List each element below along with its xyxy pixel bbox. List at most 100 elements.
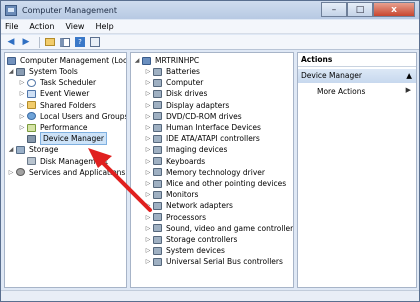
show-hide-tree-icon[interactable] (59, 37, 71, 48)
device-category-icon (153, 101, 162, 110)
tool-icon (16, 67, 25, 76)
up-folder-icon[interactable] (44, 37, 56, 48)
tree-item-label: System Tools (29, 67, 78, 76)
expand-arrow-icon[interactable]: ▷ (144, 212, 152, 223)
collapse-arrow-icon[interactable]: ◢ (133, 55, 141, 66)
menu-action[interactable]: Action (29, 22, 54, 31)
expand-arrow-icon[interactable]: ▷ (18, 88, 26, 99)
more-actions-item[interactable]: More Actions (317, 86, 365, 97)
device-category-mice-and-other-pointing-devices[interactable]: ▷ Mice and other pointing devices (144, 178, 287, 189)
expand-arrow-icon[interactable]: ▷ (144, 77, 152, 88)
expand-arrow-icon[interactable]: ▷ (144, 245, 152, 256)
menu-view[interactable]: View (65, 22, 84, 31)
expand-arrow-icon[interactable]: ▷ (18, 77, 26, 88)
expand-arrow-icon[interactable]: ▷ (144, 100, 152, 111)
tree-item-event-viewer[interactable]: ▷ Event Viewer (18, 88, 90, 99)
device-category-label: Sound, video and game controllers (166, 223, 294, 233)
expand-arrow-icon[interactable]: ▷ (144, 111, 152, 122)
perf-icon (27, 123, 36, 132)
expand-arrow-icon[interactable]: ▷ (18, 122, 26, 133)
title-bar[interactable]: Computer Management – □ x (1, 1, 419, 19)
device-category-label: Monitors (166, 190, 199, 200)
tree-item-label: Local Users and Groups (40, 111, 127, 121)
tree-item-label: Services and Applications (29, 167, 126, 177)
expand-arrow-icon[interactable]: ▷ (144, 66, 152, 77)
device-category-icon (153, 201, 162, 210)
tree-item-task-scheduler[interactable]: ▷ Task Scheduler (18, 77, 96, 88)
expand-arrow-icon[interactable]: ▷ (144, 189, 152, 200)
navigation-tree-pane[interactable]: Computer Management (Local ◢ System Tools… (4, 52, 127, 288)
close-button[interactable]: x (373, 2, 415, 17)
device-category-memory-technology-driver[interactable]: ▷ Memory technology driver (144, 167, 265, 178)
tree-item-local-users-and-groups[interactable]: ▷ Local Users and Groups (18, 111, 127, 122)
collapse-arrow-icon[interactable]: ◢ (7, 66, 15, 77)
help-icon[interactable]: ? (74, 37, 86, 48)
expand-arrow-icon[interactable]: ▷ (144, 223, 152, 234)
minimize-button[interactable]: – (321, 2, 347, 17)
computer-icon (142, 56, 151, 65)
device-category-label: DVD/CD-ROM drives (166, 111, 242, 121)
expand-arrow-icon[interactable]: ▷ (144, 144, 152, 155)
device-category-icon (153, 168, 162, 177)
menu-file[interactable]: File (5, 22, 18, 31)
collapse-arrow-icon[interactable]: ◢ (7, 144, 15, 155)
expand-arrow-icon[interactable]: ▷ (144, 167, 152, 178)
expand-arrow-icon[interactable]: ▷ (18, 111, 26, 122)
device-category-computer[interactable]: ▷ Computer (144, 77, 204, 88)
expand-arrow-icon[interactable]: ▷ (18, 100, 26, 111)
expand-arrow-icon[interactable]: ▷ (144, 88, 152, 99)
device-category-display-adapters[interactable]: ▷ Display adapters (144, 100, 230, 111)
device-category-icon (153, 134, 162, 143)
device-category-sound-video-and-game-controllers[interactable]: ▷ Sound, video and game controllers (144, 223, 294, 234)
device-category-network-adapters[interactable]: ▷ Network adapters (144, 200, 233, 211)
device-category-storage-controllers[interactable]: ▷ Storage controllers (144, 234, 238, 245)
tree-item-device-manager[interactable]: Device Manager (18, 132, 107, 146)
device-category-batteries[interactable]: ▷ Batteries (144, 66, 200, 77)
expand-arrow-icon[interactable]: ▷ (144, 178, 152, 189)
device-category-icon (153, 179, 162, 188)
device-category-monitors[interactable]: ▷ Monitors (144, 189, 199, 200)
expand-arrow-icon[interactable]: ▷ (144, 256, 152, 267)
device-category-label: Processors (166, 212, 207, 222)
event-icon (27, 89, 36, 98)
submenu-arrow-icon: ▶ (405, 86, 411, 94)
users-icon (27, 112, 36, 121)
folder-icon (27, 101, 36, 110)
tree-item-system-tools[interactable]: ◢ System Tools (7, 66, 78, 77)
device-category-processors[interactable]: ▷ Processors (144, 212, 206, 223)
device-category-imaging-devices[interactable]: ▷ Imaging devices (144, 144, 228, 155)
menu-help[interactable]: Help (95, 22, 113, 31)
device-category-universal-serial-bus-controllers[interactable]: ▷ Universal Serial Bus controllers (144, 256, 283, 267)
maximize-button[interactable]: □ (347, 2, 373, 17)
storage-icon (16, 145, 25, 154)
expand-arrow-icon[interactable]: ▷ (144, 133, 152, 144)
properties-icon[interactable] (89, 37, 101, 48)
collapse-up-icon[interactable]: ▲ (406, 69, 412, 83)
device-category-disk-drives[interactable]: ▷ Disk drives (144, 88, 208, 99)
device-tree-pane[interactable]: ◢ MRTRINHPC ▷ Batteries ▷ Computer ▷ Disk dri… (130, 52, 294, 288)
expand-arrow-icon[interactable]: ▷ (144, 156, 152, 167)
expand-arrow-icon[interactable]: ▷ (144, 122, 152, 133)
tree-root-computer-management[interactable]: Computer Management (Local (7, 55, 127, 66)
tree-item-storage[interactable]: ◢ Storage (7, 144, 59, 155)
forward-arrow-icon[interactable]: ▶ (20, 37, 32, 48)
device-category-keyboards[interactable]: ▷ Keyboards (144, 156, 205, 167)
expand-arrow-icon[interactable]: ▷ (144, 234, 152, 245)
device-category-system-devices[interactable]: ▷ System devices (144, 245, 225, 256)
device-category-dvd-cd-rom-drives[interactable]: ▷ DVD/CD-ROM drives (144, 111, 242, 122)
tree-root-label: Computer Management (Local (20, 56, 127, 65)
device-category-label: Imaging devices (166, 145, 228, 155)
tree-item-shared-folders[interactable]: ▷ Shared Folders (18, 100, 96, 111)
actions-group-device-manager[interactable]: Device Manager ▲ (298, 69, 416, 83)
expand-arrow-icon[interactable]: ▷ (144, 200, 152, 211)
tree-item-services-and-applications[interactable]: ▷ Services and Applications (7, 167, 126, 178)
tree-item-disk-management[interactable]: Disk Management (18, 156, 108, 167)
device-tree-root[interactable]: ◢ MRTRINHPC (133, 55, 199, 66)
device-category-human-interface-devices[interactable]: ▷ Human Interface Devices (144, 122, 261, 133)
toolbar-separator (39, 36, 40, 48)
device-category-ide-ata-atapi-controllers[interactable]: ▷ IDE ATA/ATAPI controllers (144, 133, 260, 144)
menu-bar: File Action View Help (1, 20, 419, 34)
expand-arrow-icon[interactable]: ▷ (7, 167, 15, 178)
back-arrow-icon[interactable]: ◀ (5, 37, 17, 48)
window-controls: – □ x (321, 2, 415, 17)
